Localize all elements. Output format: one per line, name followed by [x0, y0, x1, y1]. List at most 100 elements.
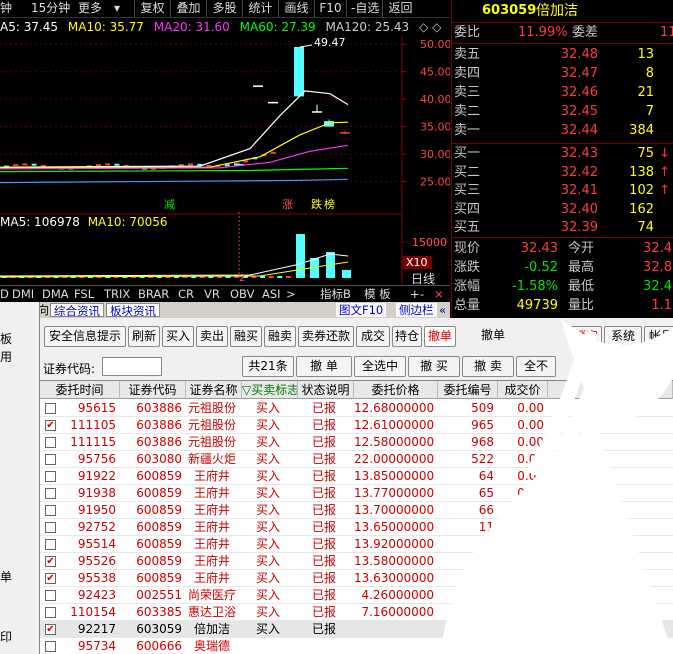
- row-checkbox[interactable]: [45, 522, 56, 533]
- table-row[interactable]: 91938 600859 王府井 买入 已报 13.77000000 65 0.00: [40, 485, 673, 502]
- side-item-order[interactable]: 单: [0, 568, 12, 585]
- row-checkbox[interactable]: [45, 488, 56, 499]
- positions-button[interactable]: 持仓: [392, 326, 422, 347]
- daily-line-label[interactable]: 日线: [411, 270, 435, 287]
- lock-button[interactable]: 锁定: [570, 326, 602, 347]
- table-row[interactable]: 110154 603385 惠达卫浴 买入 已报 7.16000000 936: [40, 604, 673, 621]
- table-row[interactable]: ✔ 95526 600859 王府井 买入 已报 13.58000000 5: [40, 553, 673, 570]
- diamond-icon[interactable]: ◇ ◇: [419, 20, 441, 34]
- f10-button[interactable]: F10: [314, 0, 346, 17]
- indicator-dmi[interactable]: DMI: [12, 287, 34, 302]
- indicator-trix[interactable]: TRIX: [104, 287, 130, 302]
- tab-sidebar[interactable]: 侧边栏: [396, 303, 437, 317]
- row-checkbox[interactable]: [45, 641, 56, 652]
- table-row[interactable]: 91950 600859 王府井 买入 已报 13.70000000 66 0.00: [40, 502, 673, 519]
- statistics-button[interactable]: 统计: [242, 0, 278, 17]
- draw-line-button[interactable]: 画线: [278, 0, 314, 17]
- col-stock-code[interactable]: 证券代码: [120, 381, 186, 399]
- chart-area[interactable]: 钟 15分钟 更多 ▾ 复权 叠加 多股 统计 画线 F10 -自选 返回 A5…: [0, 0, 450, 302]
- minus-icon[interactable]: -: [420, 287, 424, 302]
- kline-chart[interactable]: 50.00 45.00 40.00 35.00 30.00 25.00 49.47 减 涨…: [0, 36, 450, 212]
- row-checkbox[interactable]: [45, 539, 56, 550]
- deselect-all-button[interactable]: 全不: [516, 356, 556, 377]
- table-row[interactable]: 95615 603886 元祖股份 买入 已报 12.68000000 509 0.00: [40, 400, 673, 417]
- row-checkbox[interactable]: [45, 454, 56, 465]
- sell-repay-button[interactable]: 卖券还款: [298, 326, 354, 347]
- margin-buy-button[interactable]: 融买: [230, 326, 262, 347]
- tab-f10[interactable]: 图文F10: [336, 303, 387, 317]
- row-checkbox[interactable]: ✔: [45, 624, 56, 635]
- plus-icon[interactable]: +: [410, 287, 420, 302]
- indicator-d[interactable]: D: [0, 287, 9, 302]
- close-icon[interactable]: ×: [434, 287, 444, 302]
- row-checkbox[interactable]: [45, 403, 56, 414]
- side-item-board[interactable]: 板: [0, 330, 12, 347]
- sell-button[interactable]: 卖出: [196, 326, 228, 347]
- chevron-right-icon[interactable]: >: [286, 287, 296, 302]
- col-order-no[interactable]: 委托编号: [438, 381, 498, 399]
- template-button[interactable]: 模 板: [364, 287, 391, 302]
- double-chevron-left-icon[interactable]: «: [436, 303, 449, 317]
- deals-button[interactable]: 成交: [356, 326, 390, 347]
- row-checkbox[interactable]: [45, 505, 56, 516]
- tab-news[interactable]: 综合资讯: [50, 303, 104, 318]
- order-table[interactable]: 委托时间 证券代码 证券名称 ▽买卖标志 状态说明 委托价格 委托编号 成交价交 95615 6…: [40, 380, 673, 654]
- marker-rise[interactable]: 涨: [282, 198, 293, 211]
- interval-selector[interactable]: 15分钟: [31, 0, 70, 17]
- indicator-obv[interactable]: OBV: [230, 287, 254, 302]
- cancel-sell-button[interactable]: 撤 卖: [462, 356, 514, 377]
- multi-stock-button[interactable]: 多股: [206, 0, 242, 17]
- row-checkbox[interactable]: ✔: [45, 573, 56, 584]
- table-row[interactable]: 92752 600859 王府井 买入 已报 13.65000000 11: [40, 519, 673, 536]
- safety-info-button[interactable]: 安全信息提示: [44, 326, 126, 347]
- row-checkbox[interactable]: [45, 607, 56, 618]
- indicator-dma[interactable]: DMA: [42, 287, 69, 302]
- col-order-time[interactable]: 委托时间: [40, 381, 120, 399]
- marker-reduce[interactable]: 减: [164, 198, 175, 211]
- back-button[interactable]: 返回: [382, 0, 418, 17]
- col-price[interactable]: 委托价格: [354, 381, 438, 399]
- buy-button[interactable]: 买入: [162, 326, 194, 347]
- row-checkbox[interactable]: ✔: [45, 420, 56, 431]
- cancel-order-button[interactable]: 撤 单: [296, 356, 352, 377]
- table-row[interactable]: ✔ 111105 603886 元祖股份 买入 已报 12.61000000 965 0.00: [40, 417, 673, 434]
- more-button[interactable]: 更多: [78, 0, 102, 17]
- row-checkbox[interactable]: [45, 590, 56, 601]
- chevron-down-icon[interactable]: ▾: [114, 0, 120, 17]
- cancel-buy-button[interactable]: 撤 买: [408, 356, 460, 377]
- row-checkbox[interactable]: ✔: [45, 556, 56, 567]
- row-checkbox[interactable]: [45, 437, 56, 448]
- refresh-button[interactable]: 刷新: [128, 326, 160, 347]
- col-deal-price[interactable]: 成交价: [498, 381, 548, 399]
- marker-fall[interactable]: 跌: [311, 197, 322, 211]
- col-status[interactable]: 状态说明: [298, 381, 354, 399]
- table-row[interactable]: 95734 600666 奥瑞德 515: [40, 638, 673, 654]
- side-item-print[interactable]: 印: [0, 628, 12, 645]
- export-button[interactable]: 输 出: [622, 356, 670, 377]
- indicator-asi[interactable]: ASI: [262, 287, 281, 302]
- remove-watchlist-button[interactable]: -自选: [346, 0, 382, 17]
- tab-sector-news[interactable]: 板块资讯: [106, 303, 160, 318]
- account-button[interactable]: 帐号: [644, 326, 673, 347]
- table-row[interactable]: 92423 002551 尚荣医疗 买入 已报 4.26000000: [40, 587, 673, 604]
- col-stock-name[interactable]: 证券名称: [186, 381, 242, 399]
- system-button[interactable]: 系统: [604, 326, 642, 347]
- indicator-brar[interactable]: BRAR: [138, 287, 169, 302]
- select-all-button[interactable]: 全选中: [354, 356, 406, 377]
- table-row[interactable]: 95756 603080 新疆火炬 买入 已报 22.00000000 522 0.00: [40, 451, 673, 468]
- indicator-fsl[interactable]: FSL: [74, 287, 94, 302]
- indicator-vr[interactable]: VR: [204, 287, 220, 302]
- table-row[interactable]: 91922 600859 王府井 买入 已报 13.85000000 64 0.00: [40, 468, 673, 485]
- col-side[interactable]: ▽买卖标志: [242, 381, 298, 399]
- overlay-button[interactable]: 叠加: [170, 0, 206, 17]
- table-row[interactable]: 95514 600859 王府井 买入 已报 13.92000000 5: [40, 536, 673, 553]
- row-checkbox[interactable]: [45, 471, 56, 482]
- margin-sell-button[interactable]: 融卖: [264, 326, 296, 347]
- table-row[interactable]: 111115 603886 元祖股份 买入 已报 12.58000000 968 0.00: [40, 434, 673, 451]
- indicator-b-button[interactable]: 指标B: [320, 287, 351, 302]
- table-row[interactable]: ✔ 92217 603059 倍加洁 买入 已报: [40, 621, 673, 638]
- col-extra[interactable]: 交: [548, 381, 673, 399]
- indicator-cr[interactable]: CR: [178, 287, 194, 302]
- side-item-use[interactable]: 用: [0, 348, 12, 365]
- marker-list[interactable]: 榜: [324, 197, 335, 211]
